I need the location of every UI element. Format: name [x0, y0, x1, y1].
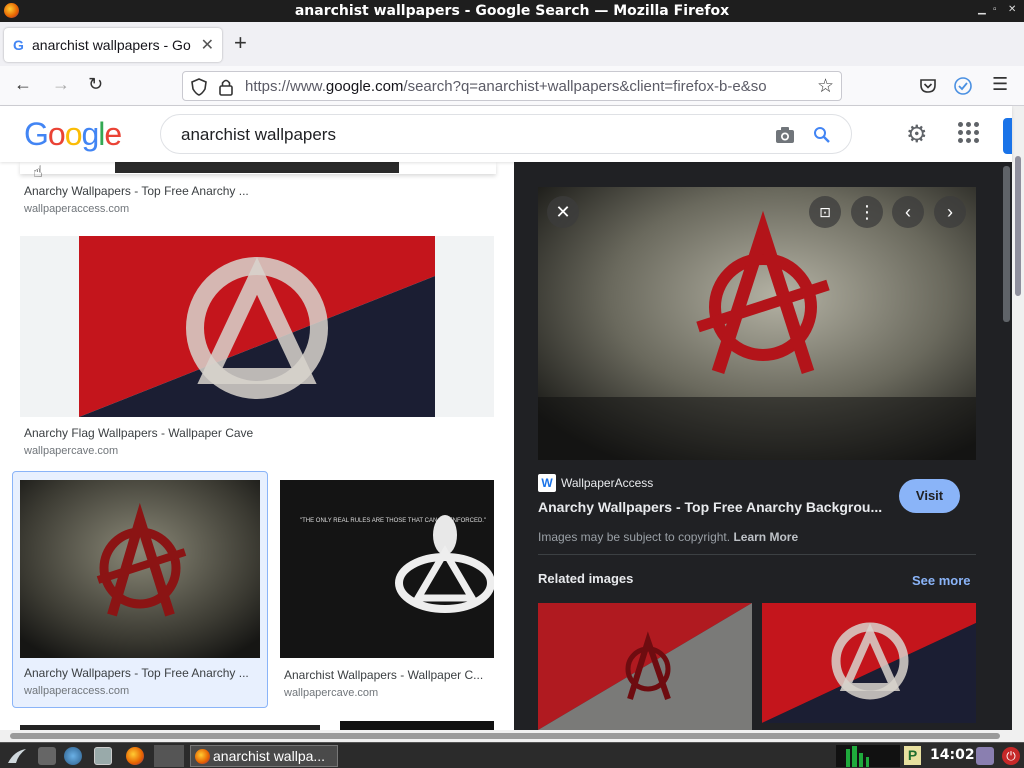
panel-scrollbar-thumb[interactable]	[1003, 166, 1010, 322]
lens-search-icon[interactable]: ⊡	[809, 196, 841, 228]
result-thumbnail[interactable]	[340, 721, 494, 730]
visit-button[interactable]: Visit	[899, 479, 960, 513]
firefox-launcher-icon[interactable]	[126, 747, 144, 765]
tab-close-icon[interactable]: ✕	[201, 35, 214, 55]
window-switcher-icon[interactable]	[94, 747, 112, 765]
image-preview-panel: ✕ ⊡ ⋮ ‹ › W WallpaperAccess Anarchy Wall…	[514, 162, 1012, 730]
preview-title[interactable]: Anarchy Wallpapers - Top Free Anarchy Ba…	[538, 499, 888, 515]
search-icon[interactable]	[813, 126, 831, 144]
cpu-monitor-icon	[836, 745, 900, 767]
task-label: anarchist wallpa...	[213, 748, 326, 764]
lock-icon[interactable]	[219, 78, 233, 96]
camera-search-icon[interactable]	[775, 126, 795, 144]
next-image-icon[interactable]: ›	[934, 196, 966, 228]
settings-gear-icon[interactable]: ⚙	[906, 120, 928, 149]
google-logo-letter: g	[81, 116, 99, 152]
back-icon[interactable]: ←	[14, 74, 32, 95]
tray-p-icon[interactable]: P	[904, 746, 921, 765]
url-bar[interactable]: https://www.google.com/search?q=anarchis…	[182, 71, 842, 101]
copyright-notice: Images may be subject to copyright. Lear…	[538, 530, 799, 544]
google-logo[interactable]: Google	[24, 116, 122, 153]
source-favicon-icon: W	[538, 474, 556, 492]
pocket-icon[interactable]	[919, 78, 937, 94]
clock: 14:02	[930, 747, 975, 763]
taskbar: anarchist wallpa... P 14:02 ⏻	[0, 742, 1024, 768]
scrollbar-thumb[interactable]	[1015, 156, 1021, 296]
window-title: anarchist wallpapers - Google Search — M…	[294, 3, 730, 19]
result-card-quote[interactable]: "THE ONLY REAL RULES ARE THOSE THAT CAN …	[280, 480, 494, 658]
window-titlebar: anarchist wallpapers - Google Search — M…	[0, 0, 1024, 22]
taskbar-spacer	[154, 745, 184, 767]
related-image[interactable]	[762, 603, 976, 723]
web-browser-icon[interactable]	[64, 747, 82, 765]
reload-icon[interactable]: ↻	[88, 74, 103, 95]
result-site[interactable]: wallpapercave.com	[24, 445, 118, 457]
image-results-grid: ☝ Anarchy Wallpapers - Top Free Anarchy …	[0, 162, 514, 730]
svg-text:"THE ONLY REAL RULES ARE THOSE: "THE ONLY REAL RULES ARE THOSE THAT CAN …	[300, 518, 486, 524]
extension-check-icon[interactable]	[953, 76, 973, 96]
power-icon[interactable]: ⏻	[1002, 747, 1020, 765]
result-caption[interactable]: Anarchy Flag Wallpapers - Wallpaper Cave	[24, 426, 324, 440]
result-caption[interactable]: Anarchy Wallpapers - Top Free Anarchy ..…	[24, 666, 260, 680]
google-logo-letter: o	[64, 116, 83, 152]
firefox-icon	[195, 749, 210, 764]
minimize-icon[interactable]: ▁	[978, 4, 986, 15]
result-thumbnail[interactable]: "THE ONLY REAL RULES ARE THOSE THAT CAN …	[280, 480, 494, 658]
search-box[interactable]: anarchist wallpapers	[160, 114, 852, 154]
horizontal-scrollbar[interactable]	[0, 730, 1024, 742]
taskbar-firefox-task[interactable]: anarchist wallpa...	[190, 745, 338, 767]
source-name[interactable]: WallpaperAccess	[561, 476, 653, 490]
shield-icon[interactable]	[191, 78, 207, 96]
google-favicon-icon: G	[13, 37, 24, 53]
google-apps-icon[interactable]	[958, 122, 980, 144]
show-desktop-icon[interactable]	[38, 747, 56, 765]
more-options-icon[interactable]: ⋮	[851, 196, 883, 228]
hand-cursor-icon: ☝	[33, 164, 43, 181]
result-card-selected[interactable]: Anarchy Wallpapers - Top Free Anarchy ..…	[12, 471, 268, 708]
vertical-scrollbar[interactable]	[1012, 106, 1024, 730]
result-card-flag[interactable]	[20, 236, 494, 417]
navigation-bar: ← → ↻ https://www.google.com/search?q=an…	[0, 66, 1024, 106]
result-thumbnail[interactable]	[115, 162, 399, 173]
see-more-link[interactable]: See more	[912, 573, 971, 588]
preview-image[interactable]	[538, 187, 976, 460]
divider	[538, 554, 976, 555]
result-card-top[interactable]	[20, 162, 496, 174]
tab-label: anarchist wallpapers - Go	[32, 37, 191, 53]
related-images-heading: Related images	[538, 571, 634, 586]
url-text[interactable]: https://www.google.com/search?q=anarchis…	[245, 78, 805, 95]
result-thumbnail[interactable]	[79, 236, 435, 417]
new-tab-icon[interactable]: +	[234, 30, 247, 56]
result-caption[interactable]: Anarchy Wallpapers - Top Free Anarchy ..…	[24, 184, 324, 198]
result-thumbnail[interactable]	[20, 480, 260, 658]
google-logo-letter: o	[47, 116, 66, 152]
bookmark-star-icon[interactable]: ☆	[817, 75, 834, 98]
tab-google-search[interactable]: G anarchist wallpapers - Go ✕	[4, 28, 222, 62]
scrollbar-thumb[interactable]	[10, 733, 1000, 739]
menu-icon[interactable]: ☰	[992, 74, 1008, 95]
forward-icon[interactable]: →	[52, 74, 70, 95]
result-site[interactable]: wallpapercave.com	[284, 687, 378, 699]
sign-in-button[interactable]	[1003, 118, 1012, 154]
maximize-icon[interactable]: ▫	[993, 4, 997, 15]
search-input[interactable]: anarchist wallpapers	[181, 125, 336, 145]
start-menu-icon[interactable]	[6, 747, 28, 765]
close-window-icon[interactable]: ✕	[1008, 4, 1016, 15]
related-image[interactable]	[538, 603, 752, 730]
learn-more-link[interactable]: Learn More	[733, 530, 798, 544]
result-site[interactable]: wallpaperaccess.com	[24, 203, 129, 215]
google-logo-letter: e	[104, 116, 122, 152]
tab-bar: G anarchist wallpapers - Go ✕ +	[0, 22, 1024, 66]
user-icon[interactable]	[976, 747, 994, 765]
close-preview-button[interactable]: ✕	[547, 196, 579, 228]
result-caption[interactable]: Anarchist Wallpapers - Wallpaper C...	[284, 668, 490, 682]
google-logo-letter: G	[24, 116, 49, 152]
previous-image-icon[interactable]: ‹	[892, 196, 924, 228]
result-site[interactable]: wallpaperaccess.com	[24, 685, 129, 697]
google-header: Google anarchist wallpapers ⚙	[0, 106, 1012, 162]
